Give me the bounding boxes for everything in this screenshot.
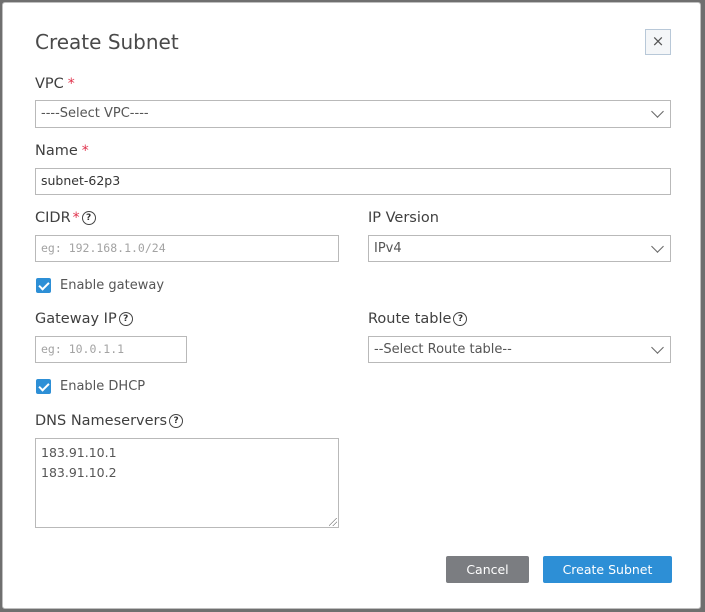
enable-gateway-checkbox[interactable] [36,278,51,293]
route-table-label: Route table? [368,311,468,327]
help-icon[interactable]: ? [453,312,468,326]
cidr-label-text: CIDR [35,210,71,226]
dns-line: 183.91.10.1 [41,445,117,460]
required-mark: * [72,210,80,226]
cidr-placeholder: eg: 192.168.1.0/24 [41,241,166,255]
resize-grip-icon[interactable] [329,518,337,526]
chevron-down-icon [651,341,664,354]
dns-line: 183.91.10.2 [41,465,117,480]
vpc-label: VPC * [35,76,75,92]
cidr-label: CIDR *? [35,210,96,226]
gateway-ip-input[interactable]: eg: 10.0.1.1 [35,336,187,363]
cidr-input[interactable]: eg: 192.168.1.0/24 [35,235,339,262]
ip-version-label: IP Version [368,210,439,226]
name-label-text: Name [35,143,78,159]
enable-gateway-label: Enable gateway [60,278,165,293]
dns-nameservers-label: DNS Nameservers? [35,413,184,429]
route-table-label-text: Route table [368,311,452,327]
enable-dhcp-checkbox[interactable] [36,379,51,394]
name-input-value: subnet-62p3 [41,173,121,188]
cancel-button[interactable]: Cancel [446,556,529,583]
vpc-select[interactable]: ----Select VPC---- [35,100,671,128]
create-subnet-button[interactable]: Create Subnet [543,556,672,583]
name-input[interactable]: subnet-62p3 [35,168,671,195]
help-icon[interactable]: ? [81,211,96,225]
route-table-select[interactable]: --Select Route table-- [368,336,671,363]
chevron-down-icon [651,105,664,118]
route-table-value: --Select Route table-- [374,342,512,357]
help-icon[interactable]: ? [118,312,133,326]
help-icon[interactable]: ? [169,414,184,428]
create-subnet-dialog: Create Subnet × VPC * ----Select VPC---- … [2,2,701,609]
ip-version-select[interactable]: IPv4 [368,235,671,262]
required-mark: * [67,76,75,92]
chevron-down-icon [651,240,664,253]
dialog-title: Create Subnet [35,30,179,54]
ip-version-value: IPv4 [374,241,402,256]
required-mark: * [81,143,89,159]
dns-label-text: DNS Nameservers [35,413,168,429]
close-icon[interactable]: × [645,29,671,55]
gateway-ip-placeholder: eg: 10.0.1.1 [41,342,125,356]
gateway-ip-label-text: Gateway IP [35,311,117,327]
dns-nameservers-textarea[interactable]: 183.91.10.1 183.91.10.2 [35,438,339,528]
gateway-ip-label: Gateway IP? [35,311,133,327]
name-label: Name * [35,143,89,159]
enable-dhcp-label: Enable DHCP [60,379,146,394]
vpc-label-text: VPC [35,76,64,92]
vpc-select-value: ----Select VPC---- [41,106,149,121]
